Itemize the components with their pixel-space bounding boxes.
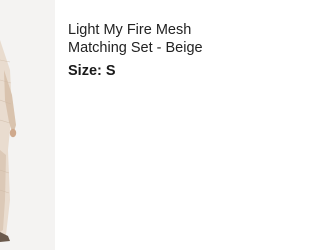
product-image[interactable] bbox=[0, 0, 55, 250]
product-photo bbox=[0, 0, 55, 250]
product-info: Light My Fire Mesh Matching Set - Beige … bbox=[68, 21, 250, 80]
product-title[interactable]: Light My Fire Mesh Matching Set - Beige bbox=[68, 21, 250, 57]
size-line: Size: S bbox=[68, 62, 250, 80]
size-value: S bbox=[105, 63, 116, 79]
size-label: Size: bbox=[68, 63, 102, 79]
